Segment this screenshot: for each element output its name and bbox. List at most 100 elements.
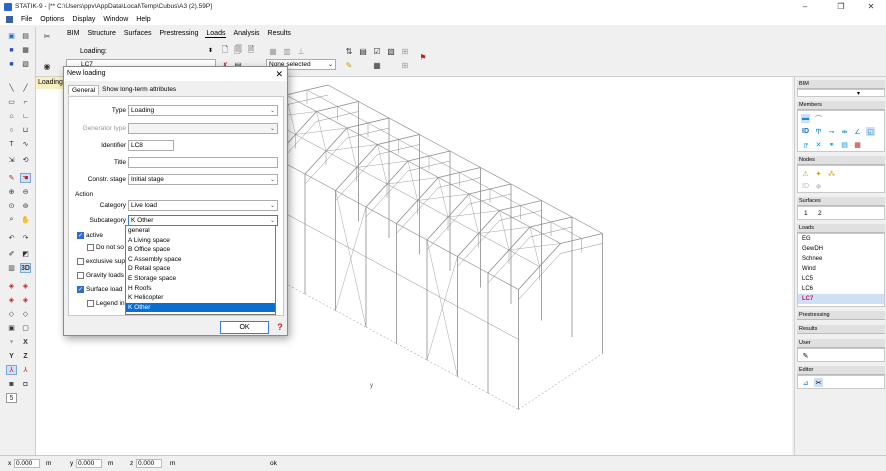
bim-combo[interactable]: ▾ — [797, 89, 885, 97]
y-field[interactable]: 0.000 — [76, 459, 102, 468]
curve-icon[interactable]: ∿ — [20, 139, 31, 149]
id-icon[interactable]: ID — [801, 127, 810, 136]
load-item-schnee[interactable]: Schnee — [798, 254, 884, 264]
doc-icon[interactable]: ▧ — [386, 46, 396, 56]
load-item-lc5[interactable]: LC5 — [798, 274, 884, 284]
maximize-button[interactable]: ❐ — [826, 0, 856, 13]
cut-icon[interactable]: ✂ — [42, 31, 52, 41]
node-link-icon[interactable]: ⁂ — [827, 169, 836, 178]
ok-button[interactable]: OK — [220, 321, 269, 334]
view-front-icon[interactable]: ◈ — [6, 281, 17, 291]
view-iso-icon[interactable]: ◈ — [20, 295, 31, 305]
tree-icon[interactable]: ♆ — [6, 337, 17, 347]
surfaces-header[interactable]: Surfaces — [797, 197, 885, 206]
menu-display[interactable]: Display — [72, 16, 95, 23]
surface-load-checkbox[interactable]: ✓ Surface load — [77, 286, 123, 293]
option-office-space[interactable]: B Office space — [126, 245, 275, 255]
z-axis-icon[interactable]: Z — [20, 351, 31, 361]
curved-beam-icon[interactable]: ⌒ — [814, 114, 823, 123]
view-top-icon[interactable]: ◈ — [6, 295, 17, 305]
combination2-icon[interactable]: ⊞ — [400, 60, 410, 70]
save-as-icon[interactable]: ■ — [6, 59, 17, 69]
undo-icon[interactable]: ↶ — [6, 233, 17, 243]
nodes-header[interactable]: Nodes — [797, 156, 885, 165]
circle-icon[interactable]: ○ — [6, 125, 17, 135]
check-report-icon[interactable]: ☑ — [372, 46, 382, 56]
editor-angle-icon[interactable]: ⊿ — [801, 378, 810, 387]
text-icon[interactable]: T — [6, 139, 17, 149]
list-icon[interactable]: ▦ — [372, 60, 382, 70]
wire-icon[interactable]: ▢ — [20, 323, 31, 333]
view-side-icon[interactable]: ◈ — [20, 281, 31, 291]
option-helicopter[interactable]: K Helicopter — [126, 293, 275, 303]
paste-file-icon[interactable]: 🗎 — [246, 45, 256, 56]
pin-icon[interactable]: ⚑ — [418, 52, 428, 62]
new-file-icon[interactable]: 🗋 — [220, 45, 230, 56]
node-icon[interactable]: ✦ — [814, 169, 823, 178]
surface-item-2[interactable]: 2 — [818, 210, 822, 217]
loads-header[interactable]: Loads — [797, 224, 885, 233]
line-icon[interactable]: ╲ — [6, 83, 17, 93]
load-item-lc6[interactable]: LC6 — [798, 284, 884, 294]
zoom-all-icon[interactable]: ⊚ — [20, 201, 31, 211]
x-field[interactable]: 0.000 — [14, 459, 40, 468]
results-header[interactable]: Results — [797, 325, 885, 334]
split-icon[interactable]: ⇹ — [840, 127, 849, 136]
gravity-checkbox[interactable]: Gravity loads — [77, 272, 124, 279]
option-roofs[interactable]: H Roofs — [126, 284, 275, 294]
save-icon[interactable]: ■ — [6, 45, 17, 55]
tab-bim[interactable]: BIM — [66, 30, 80, 38]
hinge-icon[interactable]: ⊸ — [827, 127, 836, 136]
rotate-icon[interactable]: ⟲ — [20, 155, 31, 165]
menu-window[interactable]: Window — [103, 16, 128, 23]
surface-item-1[interactable]: 1 — [804, 210, 808, 217]
x-axis-icon[interactable]: X — [20, 337, 31, 347]
edit-load-icon[interactable]: ✎ — [344, 60, 354, 70]
option-storage-space[interactable]: E Storage space — [126, 274, 275, 284]
camera-icon[interactable]: ◙ — [6, 379, 17, 389]
generator-type-select[interactable]: ⌄ — [128, 123, 278, 134]
do-not-checkbox[interactable]: Do not so — [87, 244, 124, 251]
move-icon[interactable]: ⇲ — [6, 155, 17, 165]
editor-header[interactable]: Editor — [797, 366, 885, 375]
tab-structure[interactable]: Structure — [86, 30, 116, 38]
print-icon[interactable]: ▤ — [20, 31, 31, 41]
sort-icon[interactable]: ⇅ — [344, 46, 354, 56]
material-icon[interactable]: ▦ — [853, 140, 862, 149]
stack-icon[interactable]: ▤ — [840, 140, 849, 149]
rect-icon[interactable]: ▭ — [6, 97, 17, 107]
zoom-out-icon[interactable]: ⊖ — [20, 187, 31, 197]
angle-icon[interactable]: ∟ — [20, 111, 31, 121]
copy-file-icon[interactable]: 🗐 — [233, 45, 243, 56]
constr-stage-select[interactable]: Initial stage ⌄ — [128, 174, 278, 185]
eraser-icon[interactable]: ✎ — [6, 173, 17, 183]
angle-member-icon[interactable]: ∠ — [853, 127, 862, 136]
help-icon[interactable]: ? — [274, 321, 286, 334]
type-select[interactable]: Loading ⌄ — [128, 105, 278, 116]
report-icon[interactable]: ▤ — [358, 46, 368, 56]
option-retail-space[interactable]: D Retail space — [126, 264, 275, 274]
3d-view-button[interactable]: 3D — [20, 263, 31, 273]
minimize-button[interactable]: – — [790, 0, 820, 13]
tab-analysis[interactable]: Analysis — [232, 30, 260, 38]
view-right-icon[interactable]: ◇ — [20, 309, 31, 319]
save-icon[interactable] — [6, 15, 13, 23]
tab-loads[interactable]: Loads — [205, 30, 227, 38]
zoom-icon[interactable]: ⌕ — [6, 215, 17, 225]
load-item-eg[interactable]: EG — [798, 234, 884, 244]
link-icon[interactable]: ⚭ — [827, 140, 836, 149]
y-axis-icon[interactable]: Y — [6, 351, 17, 361]
coord-icon[interactable]: ⅄ — [20, 365, 31, 375]
bim-header[interactable]: BIM — [797, 80, 885, 89]
user-header[interactable]: User — [797, 339, 885, 348]
dialog-close-icon[interactable]: ✕ — [275, 67, 283, 81]
node-move-icon[interactable]: ✥ — [814, 182, 823, 191]
frame-icon[interactable]: ╔ — [801, 140, 810, 149]
z-field[interactable]: 0.000 — [136, 459, 162, 468]
load-item-gewdh[interactable]: GewDH — [798, 244, 884, 254]
prestressing-header[interactable]: Prestressing — [797, 311, 885, 320]
axes-icon[interactable]: ⅄ — [6, 365, 17, 375]
render-icon[interactable]: ◘ — [20, 379, 31, 389]
exclusive-checkbox[interactable]: exclusive supe — [77, 258, 129, 265]
grid-icon[interactable]: ▥ — [6, 263, 17, 273]
